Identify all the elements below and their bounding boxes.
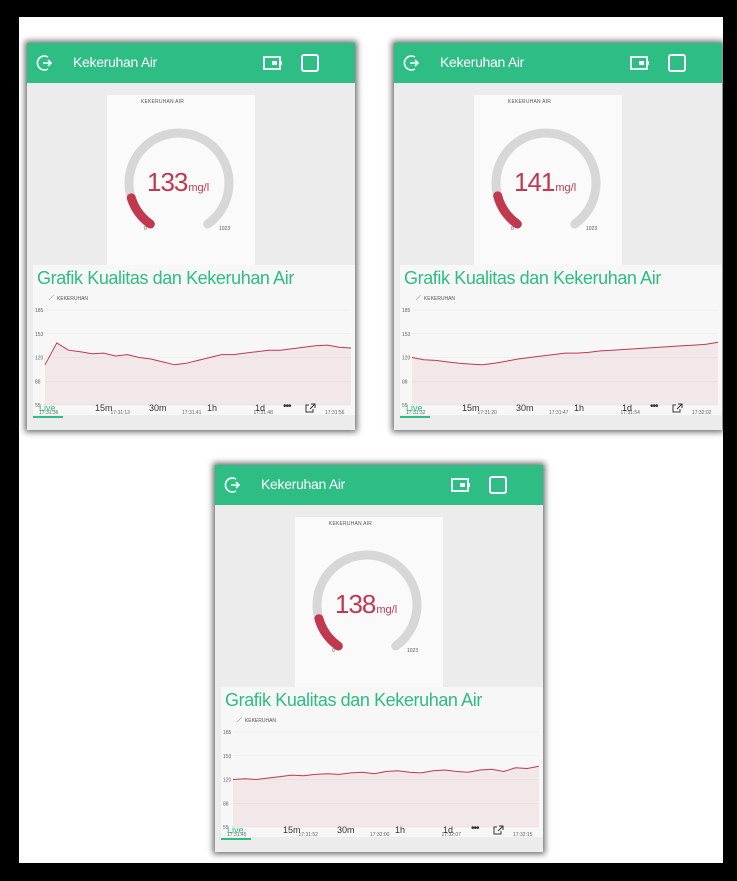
gauge-value: 138: [335, 589, 376, 619]
tab-15m[interactable]: 15m: [462, 403, 480, 413]
phone-screen-2: Kekeruhan Air KEKERUHAN AIR 141 mg/l 0 1…: [394, 43, 722, 430]
series-area: [412, 342, 718, 405]
gauge-max: 1023: [407, 648, 418, 654]
chart-widget: Grafik Kualitas dan Kekeruhan Air ⟋ KEKER…: [33, 265, 355, 415]
share-icon[interactable]: [305, 403, 316, 413]
tab-1d[interactable]: 1d: [443, 825, 453, 835]
tab-live[interactable]: Live: [39, 403, 56, 413]
tab-1d[interactable]: 1d: [622, 403, 632, 413]
y-tick-label: 185: [402, 308, 411, 314]
time-range-tabs: Live 15m 30m 1h 1d •••: [215, 823, 543, 843]
gauge-min: 0: [511, 226, 514, 232]
chart-plot: 185153120885517:31:36 17:31:13 17:31:41 17:…: [35, 308, 352, 415]
y-tick-label: 88: [223, 801, 229, 807]
gauge-fill: [314, 614, 343, 651]
tab-1h[interactable]: 1h: [207, 403, 217, 413]
y-tick-label: 88: [35, 379, 41, 385]
y-tick-label: 120: [35, 356, 44, 362]
tab-live[interactable]: Live: [406, 403, 423, 413]
series-area: [233, 766, 539, 827]
gauge-widget: KEKERUHAN AIR 138 mg/l 0 1023: [295, 517, 443, 687]
y-tick-label: 120: [223, 778, 232, 784]
tab-live-underline: [221, 838, 251, 840]
y-tick-label: 185: [223, 730, 232, 736]
device-icon[interactable]: [451, 477, 471, 493]
time-range-tabs: Live 15m 30m 1h 1d •••: [27, 401, 355, 421]
exit-icon[interactable]: [223, 475, 243, 495]
phone-screen-1: Kekeruhan Air KEKERUHAN AIR 133 mg/l 0 1…: [27, 43, 355, 430]
tab-30m[interactable]: 30m: [516, 403, 534, 413]
more-options-icon[interactable]: •••: [650, 401, 658, 412]
gauge-value: 133: [147, 167, 188, 197]
chart-widget: Grafik Kualitas dan Kekeruhan Air ⟋ KEKER…: [221, 687, 543, 837]
app-header: Kekeruhan Air: [215, 465, 543, 505]
gauge-value: 141: [514, 167, 555, 197]
gauge-svg: 141 mg/l 0 1023: [491, 128, 601, 232]
gauge-min: 0: [144, 226, 147, 232]
app-title: Kekeruhan Air: [440, 54, 525, 70]
gauge-fill: [493, 191, 522, 229]
tab-15m[interactable]: 15m: [95, 403, 113, 413]
gauge-fill: [126, 193, 155, 229]
square-icon[interactable]: [489, 476, 507, 494]
share-icon[interactable]: [672, 403, 683, 413]
chart-plot: 185153120885517:31:32 17:31:20 17:31:47 17:…: [402, 308, 719, 415]
gauge-max: 1023: [586, 226, 597, 232]
tab-30m[interactable]: 30m: [149, 403, 167, 413]
gauge-min: 0: [332, 648, 335, 654]
tab-15m[interactable]: 15m: [283, 825, 301, 835]
gauge-unit: mg/l: [376, 604, 397, 616]
tab-1d[interactable]: 1d: [255, 403, 265, 413]
y-tick-label: 153: [223, 754, 232, 760]
chart-plot: 185153120885517:31:45 17:31:52 17:32:00 17:…: [223, 730, 540, 837]
y-tick-label: 185: [35, 308, 44, 314]
chart-widget: Grafik Kualitas dan Kekeruhan Air ⟋ KEKER…: [400, 265, 722, 415]
gauge-svg: 138 mg/l 0 1023: [312, 550, 422, 654]
gauge-svg: 133 mg/l 0 1023: [124, 128, 234, 232]
gauge-unit: mg/l: [188, 182, 209, 194]
tab-live[interactable]: Live: [227, 825, 244, 835]
gauge-widget: KEKERUHAN AIR 133 mg/l 0 1023: [107, 95, 255, 265]
square-icon[interactable]: [668, 54, 686, 72]
tab-live-underline: [400, 416, 430, 418]
y-tick-label: 88: [402, 379, 408, 385]
app-header: Kekeruhan Air: [27, 43, 355, 83]
more-options-icon[interactable]: •••: [471, 823, 479, 834]
gauge-widget: KEKERUHAN AIR 141 mg/l 0 1023: [474, 95, 622, 265]
tab-30m[interactable]: 30m: [337, 825, 355, 835]
y-tick-label: 120: [402, 356, 411, 362]
tab-live-underline: [33, 416, 63, 418]
tab-1h[interactable]: 1h: [574, 403, 584, 413]
more-options-icon[interactable]: •••: [283, 401, 291, 412]
device-icon[interactable]: [263, 55, 283, 71]
y-tick-label: 153: [402, 332, 411, 338]
tab-1h[interactable]: 1h: [395, 825, 405, 835]
square-icon[interactable]: [301, 54, 319, 72]
exit-icon[interactable]: [35, 53, 55, 73]
exit-icon[interactable]: [402, 53, 422, 73]
gauge-unit: mg/l: [555, 182, 576, 194]
app-title: Kekeruhan Air: [73, 54, 158, 70]
phone-screen-3: Kekeruhan Air KEKERUHAN AIR 138 mg/l 0 1…: [215, 465, 543, 852]
y-tick-label: 153: [35, 332, 44, 338]
app-title: Kekeruhan Air: [261, 476, 346, 492]
time-range-tabs: Live 15m 30m 1h 1d •••: [394, 401, 722, 421]
share-icon[interactable]: [493, 825, 504, 835]
gauge-max: 1023: [219, 226, 230, 232]
device-icon[interactable]: [630, 55, 650, 71]
app-header: Kekeruhan Air: [394, 43, 722, 83]
series-area: [45, 342, 351, 405]
